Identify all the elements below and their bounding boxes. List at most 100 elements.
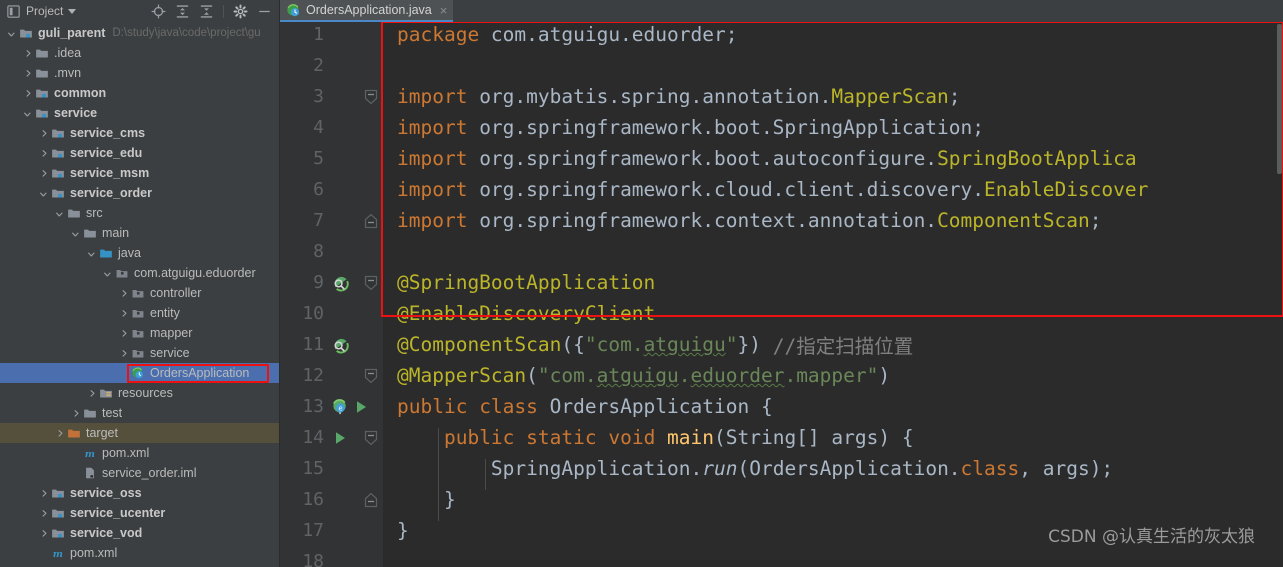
- package-icon: [132, 330, 144, 338]
- tree-expand-down-icon[interactable]: [54, 208, 65, 219]
- tree-expand-right-icon[interactable]: [54, 428, 65, 439]
- tree-expand-right-icon[interactable]: [86, 388, 97, 399]
- tree-expand-right-icon[interactable]: [118, 328, 129, 339]
- tree-node-entity[interactable]: entity: [0, 303, 279, 323]
- code-token: main: [667, 426, 715, 449]
- tree-node-service-order-iml[interactable]: service_order.iml: [0, 463, 279, 483]
- iml-icon: [86, 467, 94, 479]
- fold-open-icon[interactable]: [364, 89, 378, 105]
- code-token: class: [960, 457, 1020, 480]
- tree-expand-right-icon[interactable]: [38, 168, 49, 179]
- line-number: 8: [313, 241, 324, 262]
- code-editor[interactable]: 1 2 3 4 5 6 7 8 9 10 11 12 13 e 14 15 16 17 18 package com…: [280, 22, 1283, 567]
- tree-node-java[interactable]: java: [0, 243, 279, 263]
- excluded-folder-icon: [68, 429, 80, 438]
- tree-expand-right-icon[interactable]: [22, 48, 33, 59]
- tree-node-pom-xml[interactable]: m pom.xml: [0, 543, 279, 563]
- line-number: 15: [302, 458, 324, 479]
- fold-close-icon[interactable]: [364, 213, 378, 229]
- minimize-icon[interactable]: [257, 4, 272, 19]
- tree-expand-right-icon[interactable]: [38, 148, 49, 159]
- fold-open-icon[interactable]: [364, 368, 378, 384]
- tree-node-com-atguigu-eduorder[interactable]: com.atguigu.eduorder: [0, 263, 279, 283]
- project-path: D:\study\java\code\project\gu: [112, 27, 261, 39]
- tree-node-resources[interactable]: resources: [0, 383, 279, 403]
- tree-node-service-ucenter[interactable]: service_ucenter: [0, 503, 279, 523]
- tree-node-src[interactable]: src: [0, 203, 279, 223]
- tree-expand-right-icon[interactable]: [22, 68, 33, 79]
- code-token: ComponentScan: [937, 209, 1090, 232]
- tree-expand-right-icon[interactable]: [38, 508, 49, 519]
- tree-node-service-vod[interactable]: service_vod: [0, 523, 279, 543]
- tree-expand-right-icon[interactable]: [70, 408, 81, 419]
- tree-expand-down-icon[interactable]: [22, 108, 33, 119]
- tree-node-service-edu[interactable]: service_edu: [0, 143, 279, 163]
- locate-icon[interactable]: [151, 4, 166, 19]
- chevron-down-icon: [68, 8, 77, 14]
- spring-bean-search-icon[interactable]: [331, 273, 350, 292]
- code-token: }: [397, 519, 409, 542]
- tree-node-service-oss[interactable]: service_oss: [0, 483, 279, 503]
- close-icon[interactable]: ×: [437, 4, 448, 17]
- svg-text:m: m: [85, 449, 95, 460]
- tree-node-service-cms[interactable]: service_cms: [0, 123, 279, 143]
- spring-bean-search-icon[interactable]: [331, 335, 350, 354]
- tree-node-common[interactable]: common: [0, 83, 279, 103]
- tree-node-controller[interactable]: controller: [0, 283, 279, 303]
- tree-expand-down-icon[interactable]: [70, 228, 81, 239]
- tree-expand-right-icon[interactable]: [38, 128, 49, 139]
- fold-region: [362, 484, 379, 515]
- tree-expand-down-icon[interactable]: [102, 268, 113, 279]
- tree-node-service-msm[interactable]: service_msm: [0, 163, 279, 183]
- code-token: org.mybatis.spring.annotation.: [479, 85, 832, 108]
- tree-expand-right-icon[interactable]: [118, 288, 129, 299]
- editor-vertical-scrollbar[interactable]: [1277, 24, 1282, 174]
- code-line: import org.mybatis.spring.annotation. Map…: [383, 81, 961, 112]
- tree-node-service[interactable]: service: [0, 343, 279, 363]
- tree-node-guli-parent[interactable]: guli_parent D:\study\java\code\project\gu: [0, 23, 279, 43]
- fold-close-icon[interactable]: [364, 492, 378, 508]
- maven-icon: m: [53, 549, 63, 560]
- tree-expand-down-icon[interactable]: [6, 28, 17, 39]
- tree-node--idea[interactable]: .idea: [0, 43, 279, 63]
- tree-expand-right-icon[interactable]: [118, 308, 129, 319]
- expand-all-icon[interactable]: [175, 4, 190, 19]
- tree-node-label: service_oss: [70, 486, 142, 500]
- code-token: (: [526, 364, 538, 387]
- editor-gutter[interactable]: 1 2 3 4 5 6 7 8 9 10 11 12 13 e 14 15 16 17 18: [280, 22, 383, 567]
- code-line: package com.atguigu.eduorder;: [383, 22, 737, 50]
- spring-bean-config-icon[interactable]: e: [331, 397, 350, 416]
- tree-expand-right-icon[interactable]: [22, 88, 33, 99]
- editor-tab-orders-application[interactable]: OrdersApplication.java ×: [280, 0, 454, 22]
- code-token: @MapperScan: [397, 364, 527, 387]
- tree-node-ordersapplication[interactable]: OrdersApplication: [0, 363, 279, 383]
- tree-node-mapper[interactable]: mapper: [0, 323, 279, 343]
- tree-node-service[interactable]: service: [0, 103, 279, 123]
- tree-expand-right-icon[interactable]: [38, 528, 49, 539]
- code-content[interactable]: package com.atguigu.eduorder; import org.…: [383, 22, 1283, 567]
- tree-node-main[interactable]: main: [0, 223, 279, 243]
- toolbar-divider: [223, 4, 224, 18]
- tree-node-test[interactable]: test: [0, 403, 279, 423]
- project-tree[interactable]: guli_parent D:\study\java\code\project\gu…: [0, 22, 280, 567]
- settings-gear-icon[interactable]: [233, 4, 248, 19]
- tree-expand-down-icon[interactable]: [86, 248, 97, 259]
- module-folder-icon: [52, 509, 64, 518]
- tree-node-target[interactable]: target: [0, 423, 279, 443]
- tree-expand-down-icon[interactable]: [38, 188, 49, 199]
- code-token: SpringApplication.: [397, 457, 703, 480]
- code-line: public static void main (String[] args) {: [383, 422, 914, 453]
- project-view-selector[interactable]: Project: [0, 4, 77, 19]
- tree-node-pom-xml[interactable]: m pom.xml: [0, 443, 279, 463]
- collapse-all-icon[interactable]: [199, 4, 214, 19]
- fold-open-icon[interactable]: [364, 430, 378, 446]
- code-token: run: [702, 457, 738, 480]
- tree-node--mvn[interactable]: .mvn: [0, 63, 279, 83]
- run-arrow-icon[interactable]: [331, 429, 349, 447]
- tree-expand-right-icon[interactable]: [118, 348, 129, 359]
- tree-node-service-order[interactable]: service_order: [0, 183, 279, 203]
- tree-expand-right-icon[interactable]: [38, 488, 49, 499]
- fold-open-icon[interactable]: [364, 275, 378, 291]
